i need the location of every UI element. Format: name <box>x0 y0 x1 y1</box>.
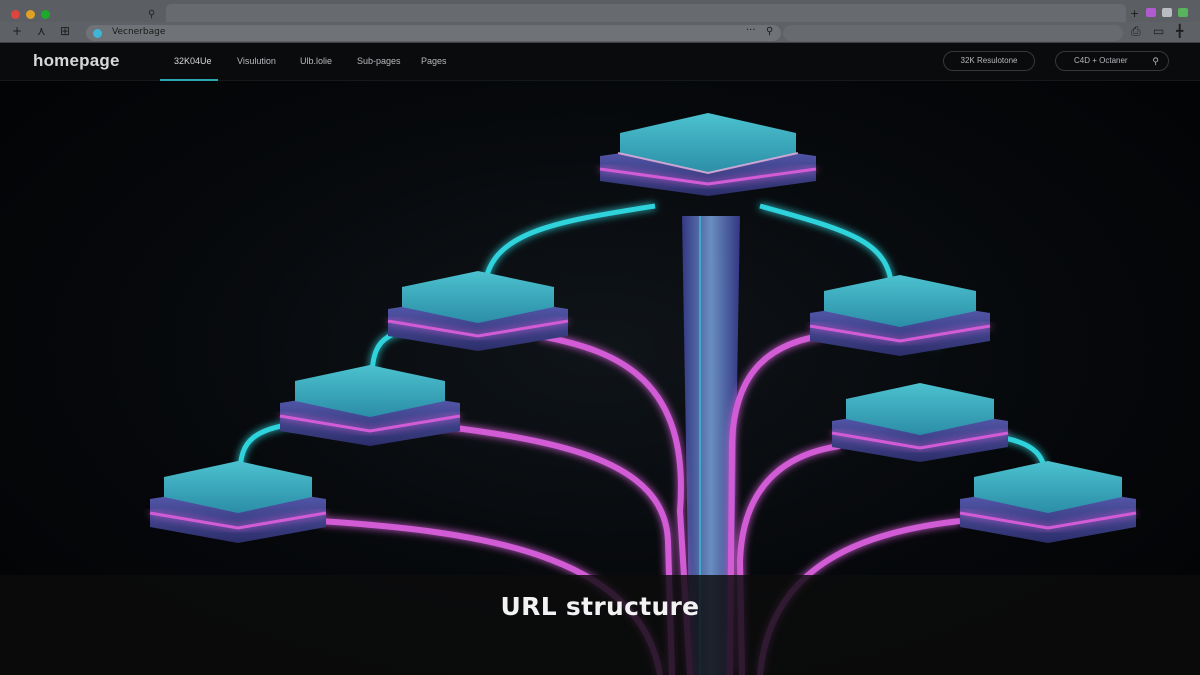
extension-icon[interactable] <box>1162 8 1172 17</box>
nav-item-sub-pages[interactable]: Sub-pages <box>357 56 401 66</box>
minimize-window-button[interactable] <box>26 10 35 19</box>
site-header: homepage 32K04Ue Visulution Ulb.lolie Su… <box>0 43 1200 81</box>
node-level1-left <box>387 271 569 351</box>
maximize-window-button[interactable] <box>41 10 50 19</box>
search-icon: ⚲ <box>1152 56 1159 66</box>
resolution-badge-label: 32K Resulotone <box>960 56 1018 65</box>
browser-tab[interactable] <box>166 4 1126 22</box>
node-root <box>599 113 817 196</box>
hero-caption: URL structure <box>500 592 700 621</box>
browser-toolbar: + ⋏ ⊞ Vecnerbage ··· ⚲ ⎙ ▭ ╋ <box>0 22 1200 43</box>
address-bar-extension <box>783 25 1123 41</box>
more-icon[interactable]: ··· <box>746 25 756 36</box>
node-level2-left <box>279 365 461 446</box>
tabs-icon[interactable]: ▭ <box>1153 24 1164 38</box>
nav-item-ulb-lolie[interactable]: Ulb.lolie <box>300 56 332 66</box>
render-search-label: C4D + Octaner <box>1074 56 1128 65</box>
sidebar-icon[interactable]: ⎙ <box>1131 24 1141 39</box>
plus-icon[interactable]: + <box>12 24 22 38</box>
favicon-icon <box>93 29 102 38</box>
address-bar[interactable]: Vecnerbage ··· ⚲ <box>86 25 781 41</box>
close-window-button[interactable] <box>11 10 20 19</box>
resolution-badge[interactable]: 32K Resulotone <box>943 51 1035 71</box>
site-logo[interactable]: homepage <box>33 51 120 71</box>
url-text: Vecnerbage <box>112 27 166 37</box>
search-icon[interactable]: ⚲ <box>148 9 155 20</box>
extension-icon[interactable] <box>1146 8 1156 17</box>
render-search-button[interactable]: C4D + Octaner ⚲ <box>1055 51 1169 71</box>
tab-strip: ⚲ + <box>0 0 1200 22</box>
node-level1-right <box>809 275 991 356</box>
sidebar-icon[interactable]: ⊞ <box>60 24 70 38</box>
browser-chrome: ⚲ + + ⋏ ⊞ Vecnerbage ··· ⚲ ⎙ ▭ ╋ <box>0 0 1200 43</box>
node-level2-right <box>831 383 1009 462</box>
nav-item-32k04ue[interactable]: 32K04Ue <box>174 56 212 66</box>
search-icon[interactable]: ⚲ <box>766 26 773 37</box>
plus-icon[interactable]: + <box>1130 7 1139 20</box>
node-level3-left <box>149 461 327 543</box>
nav-item-pages[interactable]: Pages <box>421 56 447 66</box>
node-level3-right <box>959 461 1137 543</box>
plus-icon[interactable]: ╋ <box>1176 24 1183 38</box>
share-icon[interactable]: ⋏ <box>37 24 46 38</box>
caption-band <box>0 575 1200 675</box>
extension-icon[interactable] <box>1178 8 1188 17</box>
nav-item-visulution[interactable]: Visulution <box>237 56 276 66</box>
